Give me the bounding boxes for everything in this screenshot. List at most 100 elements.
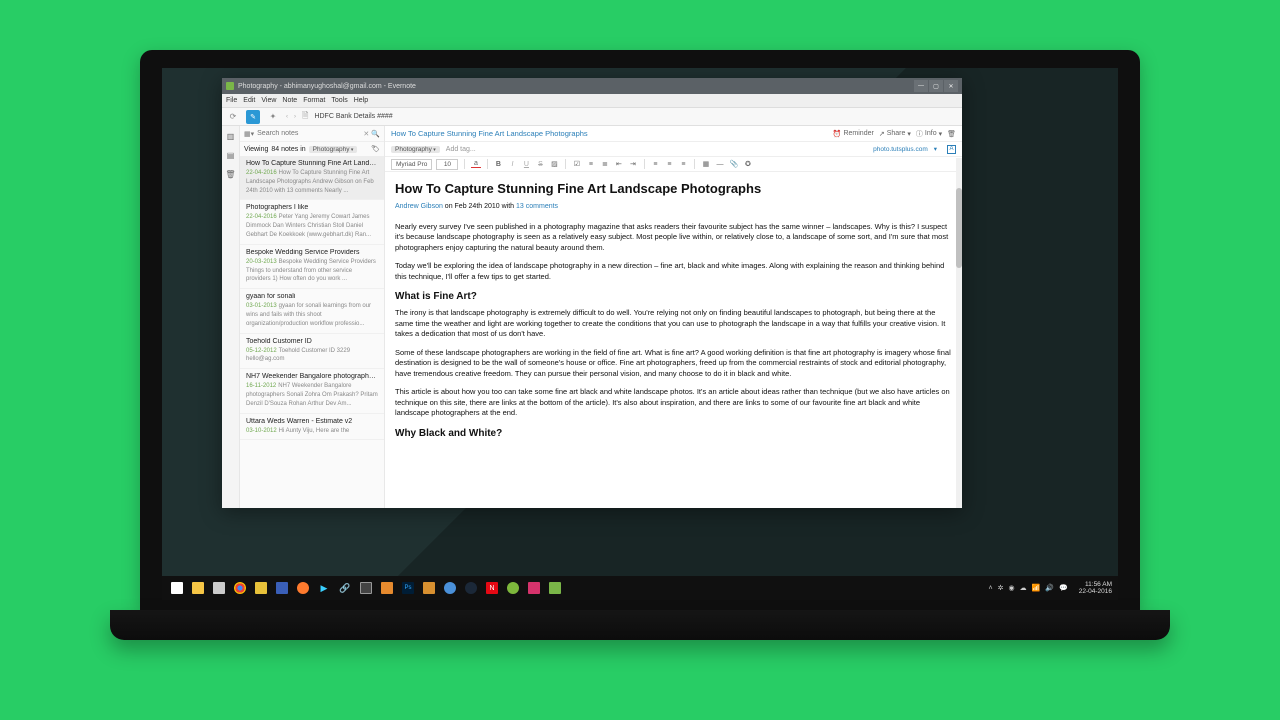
hr-icon[interactable]: — [715,161,725,168]
back-arrow-icon[interactable]: ‹ [286,114,288,120]
underline-icon[interactable]: U [521,161,531,168]
scrollbar-thumb[interactable] [956,188,962,268]
wifi-icon[interactable]: 📶 [1032,584,1041,592]
app-icon-3[interactable] [378,579,396,597]
app-icon-7[interactable] [525,579,543,597]
forward-arrow-icon[interactable]: › [294,114,296,120]
font-color-icon[interactable]: a [471,160,481,168]
search-icon[interactable]: 🔍 [371,130,380,138]
minimize-button[interactable]: — [914,80,928,92]
evernote-taskbar-icon[interactable] [546,579,564,597]
store-icon[interactable] [210,579,228,597]
tray-icon[interactable]: ◉ [1008,584,1014,592]
app-icon-5[interactable] [441,579,459,597]
bullet-list-icon[interactable]: ≡ [586,161,596,168]
maximize-button[interactable]: ▢ [929,80,943,92]
simplify-icon[interactable]: A [947,145,956,154]
link-icon[interactable]: 🔗 [336,579,354,597]
strike-icon[interactable]: S [535,161,545,168]
author-link[interactable]: Andrew Gibson [395,203,443,210]
app-icon-1[interactable] [252,579,270,597]
format-bar: Myriad Pro 10 a B I U S ▨ ☑ ≡ [385,156,962,172]
font-select[interactable]: Myriad Pro [391,159,432,170]
indent-icon[interactable]: ⇥ [628,160,638,168]
note-item[interactable]: gyaan for sonali03-01-2013 gyaan for son… [240,289,384,333]
menu-tools[interactable]: Tools [331,97,347,104]
notes-sidebar-icon[interactable]: ▥ [227,132,235,141]
add-tag-input[interactable]: Add tag... [446,146,476,153]
notifications-icon[interactable]: 💬 [1059,584,1068,592]
tray-icon[interactable]: ✲ [998,584,1004,592]
menu-note[interactable]: Note [282,97,297,104]
align-center-icon[interactable]: ≡ [664,161,674,168]
explorer-icon[interactable] [189,579,207,597]
play-icon[interactable]: ▶ [315,579,333,597]
close-button[interactable]: ✕ [944,80,958,92]
menu-file[interactable]: File [226,97,237,104]
volume-icon[interactable]: 🔊 [1045,584,1054,592]
editor-panel: How To Capture Stunning Fine Art Landsca… [385,126,962,508]
new-note-button[interactable]: ✎ [246,110,260,124]
number-list-icon[interactable]: ≣ [600,160,610,168]
favorites-sidebar-icon[interactable]: ▤ [227,151,235,160]
note-item-title: Uttara Weds Warren - Estimate v2 [246,418,378,425]
info-button[interactable]: ⓘInfo ▾ [916,129,942,139]
source-url[interactable]: photo.tutsplus.com [873,146,928,153]
calculator-icon[interactable] [357,579,375,597]
netflix-icon[interactable]: N [483,579,501,597]
app-icon-2[interactable] [273,579,291,597]
trash-sidebar-icon[interactable]: 🗑 [225,170,235,179]
menu-help[interactable]: Help [354,97,368,104]
note-item[interactable]: Uttara Weds Warren - Estimate v203-10-20… [240,414,384,441]
menu-edit[interactable]: Edit [243,97,255,104]
note-tag[interactable]: Photography [391,146,440,153]
comments-link[interactable]: 13 comments [516,203,558,210]
document-body[interactable]: How To Capture Stunning Fine Art Landsca… [385,172,962,508]
font-size-select[interactable]: 10 [436,159,458,170]
photoshop-icon[interactable]: Ps [399,579,417,597]
more-format-icon[interactable]: ✪ [743,160,753,168]
italic-icon[interactable]: I [507,161,517,168]
titlebar[interactable]: Photography - abhimanyughoshal@gmail.com… [222,78,962,94]
notebooks-icon[interactable]: ▦▾ [244,130,254,138]
app-icon-4[interactable] [420,579,438,597]
search-input[interactable] [257,130,363,137]
delete-button[interactable]: 🗑 [947,130,956,138]
attach-icon[interactable]: 📎 [729,160,739,168]
share-button[interactable]: ↗Share ▾ [879,130,911,138]
note-item[interactable]: Toehold Customer ID05-12-2012 Toehold Cu… [240,334,384,370]
notes-scroll[interactable]: How To Capture Stunning Fine Art Landsc.… [240,156,384,508]
taskbar-clock[interactable]: 11:56 AM 22-04-2016 [1079,581,1112,595]
note-list-panel: ▦▾ ✕ 🔍 Viewing 84 notes in Photography 🏷… [240,126,385,508]
menu-view[interactable]: View [261,97,276,104]
note-item[interactable]: Bespoke Wedding Service Providers20-03-2… [240,245,384,289]
sync-button[interactable]: ⟳ [226,110,240,124]
note-item[interactable]: How To Capture Stunning Fine Art Landsc.… [240,156,384,200]
note-item[interactable]: NH7 Weekender Bangalore photographers16-… [240,369,384,413]
steam-icon[interactable] [462,579,480,597]
note-title-input[interactable]: How To Capture Stunning Fine Art Landsca… [391,129,828,138]
bold-icon[interactable]: B [493,161,503,168]
app-icon-6[interactable] [504,579,522,597]
start-button[interactable] [168,579,186,597]
paragraph: The irony is that landscape photography … [395,308,952,340]
filter-icon[interactable]: 🏷 [371,145,380,153]
star-button[interactable]: ✦ [266,110,280,124]
menu-format[interactable]: Format [303,97,325,104]
app-icon [226,82,234,90]
breadcrumb[interactable]: HDFC Bank Details #### [314,113,392,120]
tray-expand-icon[interactable]: ˄ [989,585,993,592]
table-icon[interactable]: ▦ [701,160,711,168]
firefox-icon[interactable] [294,579,312,597]
note-item[interactable]: Photographers I like22-04-2016 Peter Yan… [240,200,384,244]
reminder-button[interactable]: ⏰Reminder [833,130,874,138]
notebook-pill[interactable]: Photography [309,146,358,153]
align-right-icon[interactable]: ≡ [678,161,688,168]
outdent-icon[interactable]: ⇤ [614,160,624,168]
tray-icon[interactable]: ☁ [1020,584,1027,592]
clear-search-icon[interactable]: ✕ [363,130,369,138]
checkbox-icon[interactable]: ☑ [572,160,582,168]
align-left-icon[interactable]: ≡ [650,161,660,168]
highlight-icon[interactable]: ▨ [549,160,559,168]
chrome-icon[interactable] [231,579,249,597]
